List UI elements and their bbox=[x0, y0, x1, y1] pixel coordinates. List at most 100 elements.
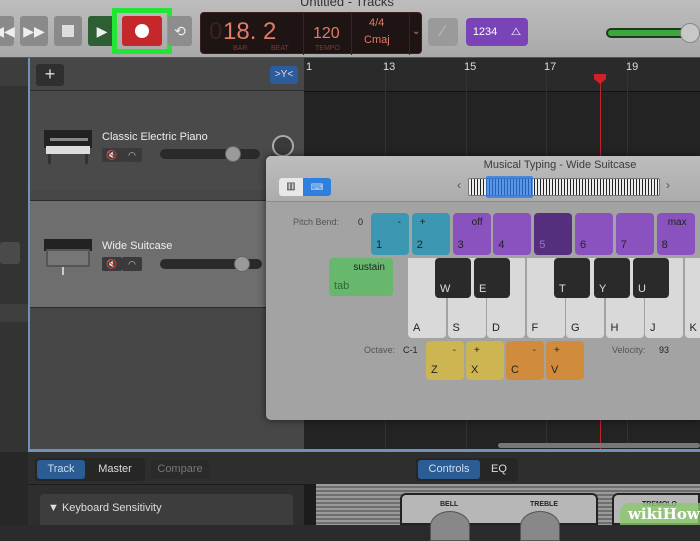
black-key-Y[interactable]: Y bbox=[594, 258, 630, 298]
ruler-bar-number: 1 bbox=[306, 61, 312, 73]
electric-piano-icon bbox=[42, 237, 94, 277]
key-label: H bbox=[611, 322, 619, 334]
key-label: 2 bbox=[417, 239, 423, 251]
track-row-selected[interactable]: Wide Suitcase 🔇 ◠ bbox=[30, 200, 304, 308]
add-track-button[interactable]: + bbox=[36, 64, 64, 86]
octave-key-Z[interactable]: -Z bbox=[426, 341, 464, 380]
track-volume-slider[interactable] bbox=[160, 149, 260, 159]
key-label: 3 bbox=[458, 239, 464, 251]
tab-controls[interactable]: Controls bbox=[418, 460, 480, 479]
piano-mode-button[interactable]: ▥ bbox=[279, 178, 303, 196]
bottom-left-strip bbox=[0, 452, 28, 525]
tuner-button[interactable]: ⁄ bbox=[428, 18, 458, 46]
number-key-3[interactable]: off3 bbox=[453, 213, 491, 255]
library-item[interactable] bbox=[0, 242, 20, 264]
lcd-position: 18. 2 bbox=[223, 18, 276, 46]
metronome-icon: ⧍ bbox=[511, 26, 521, 39]
key-label: U bbox=[638, 283, 646, 295]
key-label: 1 bbox=[376, 239, 382, 251]
rewind-button[interactable]: ◀◀ bbox=[0, 16, 14, 46]
key-label: K bbox=[690, 322, 697, 334]
tab-eq[interactable]: EQ bbox=[482, 460, 516, 479]
mute-icon: 🔇 bbox=[106, 259, 117, 269]
tab-track[interactable]: Track bbox=[37, 460, 85, 479]
number-key-2[interactable]: +2 bbox=[412, 213, 450, 255]
white-key-K[interactable]: K bbox=[685, 258, 700, 338]
octave-key-X[interactable]: +X bbox=[466, 341, 504, 380]
keyboard-sensitivity-section[interactable]: ▼ Keyboard Sensitivity bbox=[40, 494, 293, 525]
black-key-E[interactable]: E bbox=[474, 258, 510, 298]
key-function-label: + bbox=[474, 345, 480, 356]
bell-label: BELL bbox=[440, 501, 458, 508]
solo-button[interactable]: ◠ bbox=[122, 148, 142, 162]
velocity-key-V[interactable]: +V bbox=[546, 341, 584, 380]
master-volume-knob[interactable] bbox=[680, 23, 700, 43]
library-header bbox=[0, 58, 28, 86]
ruler[interactable] bbox=[304, 58, 700, 92]
lcd-bar-label: BAR bbox=[233, 45, 247, 52]
sustain-label: sustain bbox=[353, 262, 385, 273]
lcd-dropdown-chevron-icon[interactable]: ⌄ bbox=[412, 26, 420, 37]
library-panel bbox=[0, 58, 28, 458]
fast-forward-button[interactable]: ▶▶ bbox=[20, 16, 48, 46]
stop-button[interactable] bbox=[54, 16, 82, 46]
key-label: 8 bbox=[662, 239, 668, 251]
number-key-1[interactable]: -1 bbox=[371, 213, 409, 255]
bell-knob[interactable] bbox=[430, 511, 470, 541]
black-key-W[interactable]: W bbox=[435, 258, 471, 298]
number-key-8[interactable]: max8 bbox=[657, 213, 695, 255]
octave-value: C-1 bbox=[403, 345, 418, 355]
lcd-beat-label: BEAT bbox=[271, 45, 289, 52]
divider bbox=[28, 484, 310, 485]
cycle-button[interactable]: ⟲ bbox=[168, 16, 192, 46]
pan-knob[interactable] bbox=[272, 135, 294, 157]
key-function-label: max bbox=[668, 217, 687, 228]
key-label: Z bbox=[431, 364, 438, 376]
ruler-bar-number: 17 bbox=[544, 61, 556, 73]
key-label: 4 bbox=[498, 239, 504, 251]
mute-button[interactable]: 🔇 bbox=[102, 257, 122, 271]
lcd-display[interactable]: 0 18. 2 BAR BEAT 120 TEMPO 4/4 Cmaj ⌄ bbox=[200, 12, 422, 54]
number-key-5[interactable]: 5 bbox=[534, 213, 572, 255]
key-label: E bbox=[479, 283, 486, 295]
key-label: T bbox=[559, 283, 566, 295]
key-function-label: + bbox=[420, 217, 426, 228]
rewind-icon: ◀◀ bbox=[0, 23, 15, 40]
treble-knob[interactable] bbox=[520, 511, 560, 541]
tab-master[interactable]: Master bbox=[88, 460, 142, 479]
library-item[interactable] bbox=[0, 304, 28, 322]
keyboard-range-left-arrow[interactable]: ‹ bbox=[457, 178, 461, 192]
typing-mode-button[interactable]: ⌨ bbox=[303, 178, 331, 196]
number-key-6[interactable]: 6 bbox=[575, 213, 613, 255]
velocity-key-C[interactable]: -C bbox=[506, 341, 544, 380]
compare-button[interactable]: Compare bbox=[151, 460, 209, 479]
solo-button[interactable]: ◠ bbox=[122, 257, 142, 271]
keyboard-range-right-arrow[interactable]: › bbox=[666, 178, 670, 192]
key-function-label: - bbox=[533, 345, 536, 356]
sustain-key-label: tab bbox=[334, 280, 349, 292]
lcd-bar-prefix: 0 bbox=[209, 18, 222, 46]
pitch-bend-label: Pitch Bend: bbox=[293, 217, 339, 227]
mute-button[interactable]: 🔇 bbox=[102, 148, 122, 162]
black-key-T[interactable]: T bbox=[554, 258, 590, 298]
key-label: F bbox=[532, 322, 539, 334]
catch-playhead-button[interactable]: >Y< bbox=[270, 66, 298, 84]
plugin-controls-box: BELL TREBLE bbox=[400, 493, 598, 525]
sustain-key[interactable]: sustain tab bbox=[329, 258, 393, 296]
number-key-4[interactable]: 4 bbox=[493, 213, 531, 255]
keyboard-range-selection[interactable] bbox=[486, 176, 533, 198]
black-key-U[interactable]: U bbox=[633, 258, 669, 298]
horizontal-scrollbar[interactable] bbox=[498, 443, 700, 448]
count-in-metronome-button[interactable]: 1234 ⧍ bbox=[466, 18, 528, 46]
key-label: Y bbox=[599, 283, 606, 295]
track-row[interactable]: Classic Electric Piano 🔇 ◠ bbox=[30, 90, 304, 190]
lcd-tempo: 120 bbox=[313, 25, 340, 43]
velocity-value: 93 bbox=[659, 345, 669, 355]
track-volume-knob[interactable] bbox=[234, 256, 250, 272]
octave-label: Octave: bbox=[364, 345, 395, 355]
number-key-7[interactable]: 7 bbox=[616, 213, 654, 255]
velocity-label: Velocity: bbox=[612, 345, 646, 355]
treble-label: TREBLE bbox=[530, 501, 558, 508]
track-volume-knob[interactable] bbox=[225, 146, 241, 162]
ruler-bar-number: 13 bbox=[383, 61, 395, 73]
